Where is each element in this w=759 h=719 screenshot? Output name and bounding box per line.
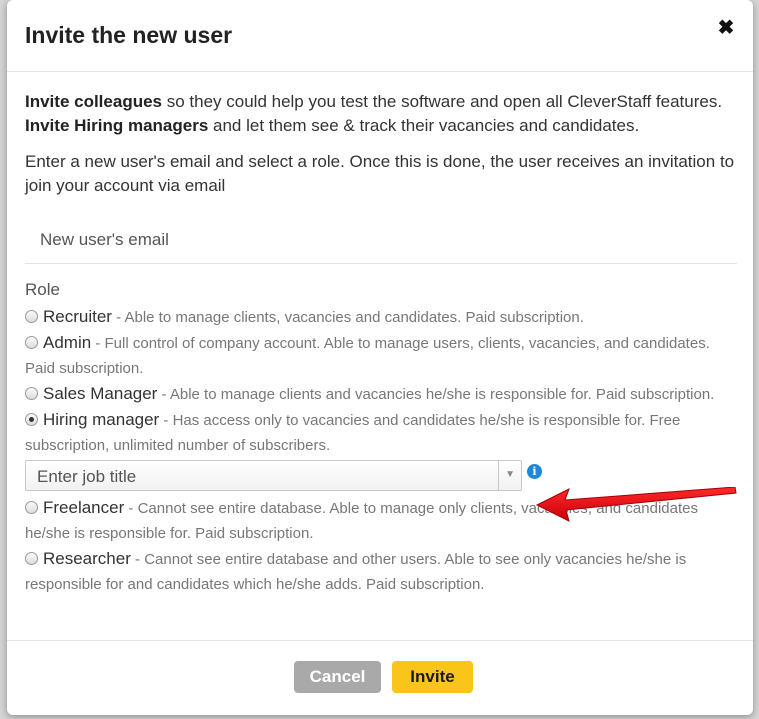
role-option-researcher[interactable]: Researcher - Cannot see entire database …: [25, 546, 737, 597]
role-name: Freelancer: [43, 498, 125, 517]
intro-hiring-managers: Invite Hiring managers and let them see …: [25, 114, 737, 138]
modal-footer: Cancel Invite: [7, 640, 753, 716]
invite-button[interactable]: Invite: [392, 661, 473, 693]
job-title-placeholder: Enter job title: [37, 467, 137, 486]
close-icon[interactable]: ✖: [716, 17, 736, 39]
role-option-sales-manager[interactable]: Sales Manager - Able to manage clients a…: [25, 381, 737, 407]
role-desc: - Able to manage clients, vacancies and …: [111, 309, 584, 326]
role-name: Researcher: [43, 549, 131, 568]
role-name: Recruiter: [43, 307, 112, 326]
role-name: Hiring manager: [43, 410, 160, 429]
intro-colleagues-bold: Invite colleagues: [25, 92, 162, 111]
radio-recruiter[interactable]: [25, 310, 38, 323]
radio-freelancer[interactable]: [25, 501, 38, 514]
modal-header: Invite the new user ✖: [7, 0, 753, 72]
info-icon[interactable]: i: [527, 464, 542, 479]
chevron-down-icon: ▼: [505, 469, 515, 480]
radio-sales-manager[interactable]: [25, 387, 38, 400]
red-arrow-icon: [535, 487, 737, 522]
email-field[interactable]: [25, 218, 733, 262]
role-radio-group: Recruiter - Able to manage clients, vaca…: [25, 304, 737, 597]
radio-researcher[interactable]: [25, 552, 38, 565]
radio-hiring-manager[interactable]: [25, 413, 38, 426]
invite-user-modal: Invite the new user ✖ Invite colleagues …: [7, 0, 753, 715]
role-name: Admin: [43, 333, 92, 352]
role-name: Sales Manager: [43, 384, 158, 403]
role-option-recruiter[interactable]: Recruiter - Able to manage clients, vaca…: [25, 304, 737, 330]
intro-colleagues: Invite colleagues so they could help you…: [25, 90, 737, 114]
role-desc: - Full control of company account. Able …: [25, 335, 710, 377]
instructions-text: Enter a new user's email and select a ro…: [25, 152, 735, 195]
select-divider: [498, 461, 499, 490]
intro-hiring-bold: Invite Hiring managers: [25, 116, 209, 135]
intro-text: Invite colleagues so they could help you…: [25, 90, 737, 138]
role-option-admin[interactable]: Admin - Full control of company account.…: [25, 330, 737, 381]
role-option-hiring-manager[interactable]: Hiring manager - Has access only to vaca…: [25, 407, 737, 458]
email-field-wrapper: [25, 218, 737, 264]
modal-title: Invite the new user: [25, 22, 233, 48]
cancel-button[interactable]: Cancel: [294, 661, 381, 693]
role-desc: - Able to manage clients and vacancies h…: [157, 386, 715, 403]
intro-colleagues-rest: so they could help you test the software…: [162, 92, 723, 111]
intro-hiring-rest: and let them see & track their vacancies…: [208, 116, 640, 135]
job-title-select[interactable]: Enter job title ▼: [25, 460, 522, 491]
radio-admin[interactable]: [25, 336, 38, 349]
role-label: Role: [25, 280, 60, 299]
